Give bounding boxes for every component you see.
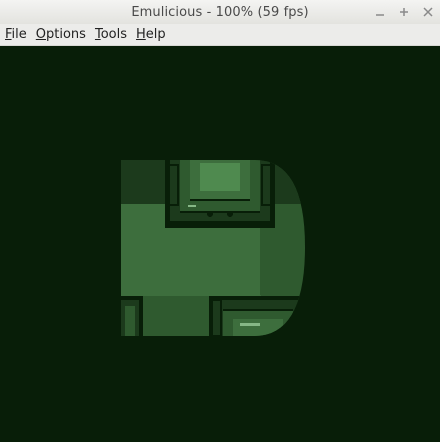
minimize-icon[interactable] [374,6,386,18]
menu-file-label: ile [11,27,27,42]
close-icon[interactable] [422,6,434,18]
menu-help[interactable]: Help [136,27,166,42]
menu-options-mnemonic: O [35,27,47,42]
game-scene [121,160,305,336]
lit-area [121,160,305,336]
window-title: Emulicious - 100% (59 fps) [131,4,309,20]
lower-floor [141,296,209,336]
menu-options[interactable]: Options [36,27,86,42]
bottom-left-block [121,296,143,336]
menu-help-label: elp [145,27,166,42]
maximize-icon[interactable] [398,6,410,18]
bottom-right-block [209,296,305,336]
menu-help-mnemonic: H [135,27,146,42]
menu-options-label: ptions [46,27,86,42]
menu-tools[interactable]: Tools [95,27,127,42]
window-controls [374,0,434,24]
game-screen[interactable] [0,47,440,442]
top-statue-block [165,160,275,228]
menu-tools-label: ools [100,27,127,42]
title-bar[interactable]: Emulicious - 100% (59 fps) [0,0,440,24]
emulator-window: Emulicious - 100% (59 fps) File Options … [0,0,440,442]
menu-bar: File Options Tools Help [0,24,440,46]
menu-file[interactable]: File [5,27,27,42]
